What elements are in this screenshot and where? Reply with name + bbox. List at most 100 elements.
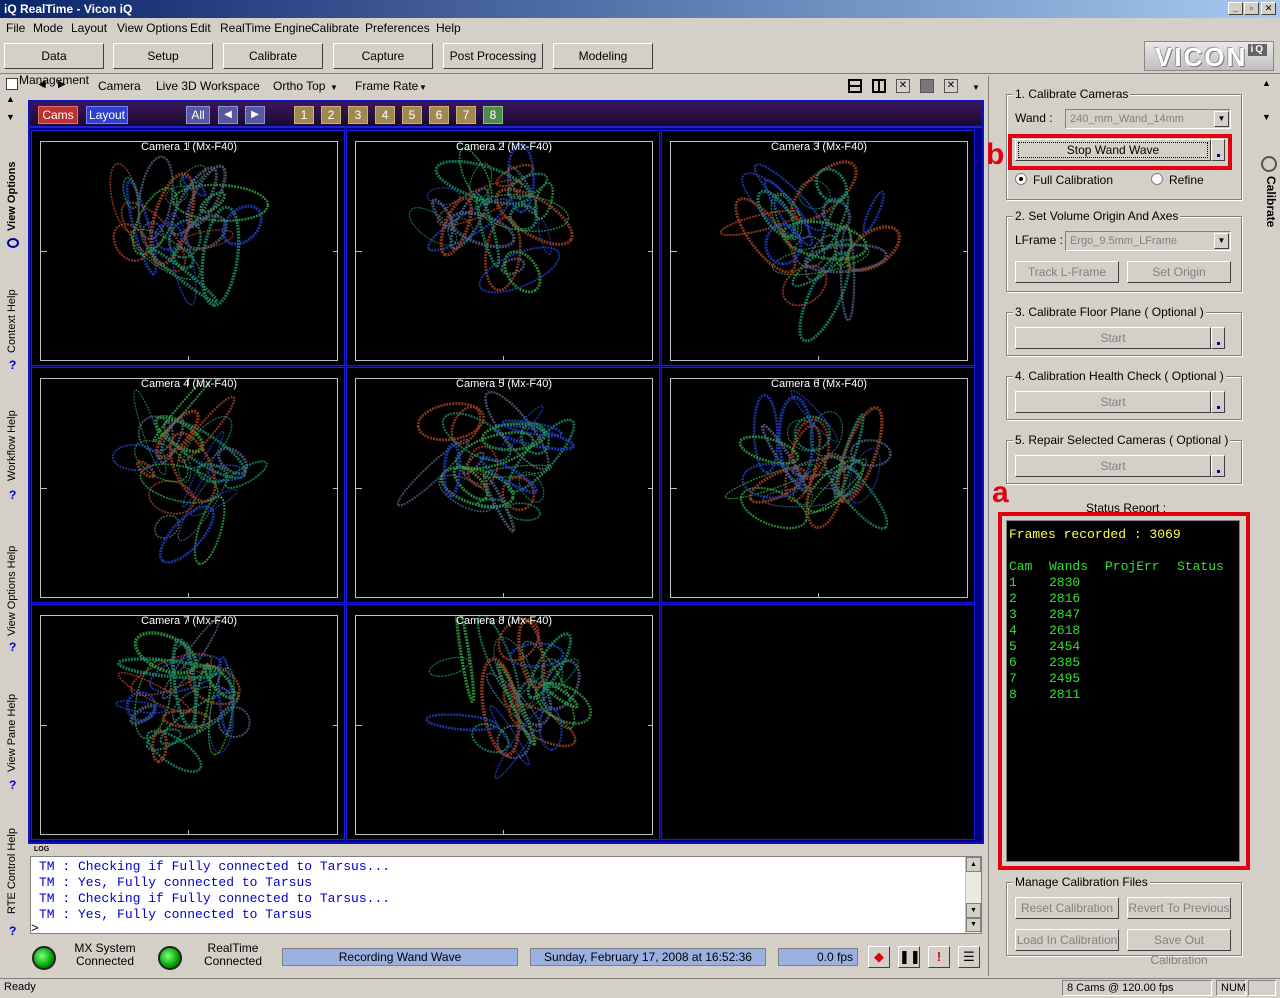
wand-trail xyxy=(503,250,542,294)
tab-view-pane-help[interactable]: View Pane Help xyxy=(6,688,22,778)
minimize-button[interactable]: _ xyxy=(1228,2,1243,15)
view-camera[interactable]: Camera xyxy=(98,79,141,93)
camera-6-button[interactable]: 6 xyxy=(429,106,449,124)
save-view-icon[interactable] xyxy=(920,79,934,93)
health-check-options-button[interactable] xyxy=(1211,391,1225,413)
toolbar-menu-icon[interactable]: ▼ xyxy=(972,83,980,92)
camera-view-8[interactable]: Camera 8 (Mx-F40) xyxy=(346,604,660,840)
tab-workflow-help[interactable]: Workflow Help xyxy=(6,401,22,491)
track-lframe-button[interactable]: Track L-Frame xyxy=(1015,261,1119,283)
tab-context-help[interactable]: Context Help xyxy=(6,281,22,361)
wand-trail xyxy=(148,480,196,515)
floor-plane-options-button[interactable] xyxy=(1211,327,1225,349)
camera-1-button[interactable]: 1 xyxy=(294,106,314,124)
tab-calibrate[interactable]: Calibrate xyxy=(223,43,323,69)
next-camera-icon[interactable]: ▶ xyxy=(245,106,265,124)
scroll-up-icon[interactable]: ▲ xyxy=(1262,78,1271,88)
camera-3-button[interactable]: 3 xyxy=(348,106,368,124)
scroll-down-icon[interactable]: ▼ xyxy=(6,112,15,122)
camera-view-1[interactable]: Camera 1 (Mx-F40) xyxy=(31,130,345,366)
prev-camera-icon[interactable]: ◀ xyxy=(218,106,238,124)
menu-preferences[interactable]: Preferences xyxy=(365,21,430,35)
menu-view-options[interactable]: View Options xyxy=(117,21,187,35)
pin-icon[interactable] xyxy=(6,78,18,90)
chevron-down-icon[interactable]: ▼ xyxy=(1214,111,1229,127)
image-icon[interactable]: ✕ xyxy=(896,79,910,93)
menu-layout[interactable]: Layout xyxy=(71,21,107,35)
layout-button[interactable]: Layout xyxy=(86,106,128,124)
tab-view-options-help[interactable]: View Options Help xyxy=(6,536,22,646)
camera-view-empty[interactable] xyxy=(661,604,975,840)
repair-start-button[interactable]: Start xyxy=(1015,455,1211,477)
camera-7-button[interactable]: 7 xyxy=(456,106,476,124)
fps-display: 0.0 fps xyxy=(778,948,858,966)
reverse-play-icon[interactable]: ◆ xyxy=(868,946,890,968)
status-cams: 8 Cams @ 120.00 fps xyxy=(1062,980,1212,996)
wand-select[interactable]: 240_mm_Wand_14mm ▼ xyxy=(1065,109,1231,129)
view-ortho-top[interactable]: Ortho Top xyxy=(273,79,325,93)
scroll-up-icon[interactable]: ▲ xyxy=(6,94,15,104)
layout-split-h-icon[interactable] xyxy=(848,79,862,93)
camera-view-2[interactable]: Camera 2 (Mx-F40) xyxy=(346,130,660,366)
menu-file[interactable]: File xyxy=(6,21,25,35)
repair-options-button[interactable] xyxy=(1211,455,1225,477)
close-view-icon[interactable]: ✕ xyxy=(944,79,958,93)
reset-calibration-button[interactable]: Reset Calibration xyxy=(1015,897,1119,919)
camera-view-7[interactable]: Camera 7 (Mx-F40) xyxy=(31,604,345,840)
layout-split-v-icon[interactable] xyxy=(872,79,886,93)
full-calibration-radio[interactable] xyxy=(1015,173,1027,185)
revert-calibration-button[interactable]: Revert To Previous xyxy=(1127,897,1231,919)
menu-calibrate[interactable]: Calibrate xyxy=(311,21,359,35)
camera-view-3[interactable]: Camera 3 (Mx-F40) xyxy=(661,130,975,366)
nav-forward-icon[interactable]: ▶ xyxy=(58,79,66,90)
view-frame-rate[interactable]: Frame Rate xyxy=(355,79,418,93)
lframe-select[interactable]: Ergo_9.5mm_LFrame ▼ xyxy=(1065,231,1231,251)
tab-modeling[interactable]: Modeling xyxy=(553,43,653,69)
close-button[interactable]: ✕ xyxy=(1261,2,1276,15)
camera-2-button[interactable]: 2 xyxy=(321,106,341,124)
refine-radio[interactable] xyxy=(1151,173,1163,185)
alert-icon[interactable]: ! xyxy=(928,946,950,968)
wand-trail xyxy=(171,685,232,728)
app-badge: iQ xyxy=(4,2,17,16)
camera-8-button[interactable]: 8 xyxy=(483,106,503,124)
camera-view-5[interactable]: Camera 5 (Mx-F40) xyxy=(346,367,660,603)
health-check-start-button[interactable]: Start xyxy=(1015,391,1211,413)
tab-view-options[interactable]: View Options xyxy=(6,156,22,236)
log-icon[interactable]: ☰ xyxy=(958,946,980,968)
tab-capture[interactable]: Capture xyxy=(333,43,433,69)
dropdown-arrow-icon[interactable]: ▼ xyxy=(330,83,338,92)
chevron-down-icon[interactable]: ▼ xyxy=(1214,233,1229,249)
menu-mode[interactable]: Mode xyxy=(33,21,63,35)
save-calibration-button[interactable]: Save Out Calibration xyxy=(1127,929,1231,967)
scroll-down-icon[interactable]: ▼ xyxy=(1262,112,1271,122)
tab-rte-control-help[interactable]: RTE Control Help xyxy=(6,826,22,916)
wand-trail xyxy=(159,505,215,564)
pause-icon[interactable]: ❚❚ xyxy=(898,946,921,968)
log-prompt[interactable]: > xyxy=(31,921,39,933)
menu-help[interactable]: Help xyxy=(436,21,461,35)
floor-plane-start-button[interactable]: Start xyxy=(1015,327,1211,349)
menu-realtime-engine[interactable]: RealTime Engine xyxy=(220,21,312,35)
cams-button[interactable]: Cams xyxy=(38,106,78,124)
menu-bar: File Mode Layout View Options Edit RealT… xyxy=(0,18,1280,38)
nav-back-icon[interactable]: ◀ xyxy=(38,79,46,90)
tab-setup[interactable]: Setup xyxy=(113,43,213,69)
camera-5-button[interactable]: 5 xyxy=(402,106,422,124)
log-scrollbar[interactable]: ▲ ▼ ▼ xyxy=(965,857,981,933)
tab-post-processing[interactable]: Post Processing xyxy=(443,43,543,69)
all-cameras-button[interactable]: All xyxy=(186,106,210,124)
restore-button[interactable]: ▫ xyxy=(1244,2,1259,15)
status-row: MX System Connected RealTime Connected R… xyxy=(28,938,986,976)
camera-view-6[interactable]: Camera 6 (Mx-F40) xyxy=(661,367,975,603)
camera-4-button[interactable]: 4 xyxy=(375,106,395,124)
status-ready: Ready xyxy=(4,981,36,993)
tab-data-management[interactable]: Data Management xyxy=(4,43,104,87)
set-origin-button[interactable]: Set Origin xyxy=(1127,261,1231,283)
view-live-3d[interactable]: Live 3D Workspace xyxy=(156,79,260,93)
load-calibration-button[interactable]: Load In Calibration xyxy=(1015,929,1119,951)
tab-calibrate-side[interactable]: Calibrate xyxy=(1260,176,1278,227)
camera-view-4[interactable]: Camera 4 (Mx-F40) xyxy=(31,367,345,603)
menu-edit[interactable]: Edit xyxy=(190,21,211,35)
dropdown-arrow-icon[interactable]: ▼ xyxy=(419,83,427,92)
